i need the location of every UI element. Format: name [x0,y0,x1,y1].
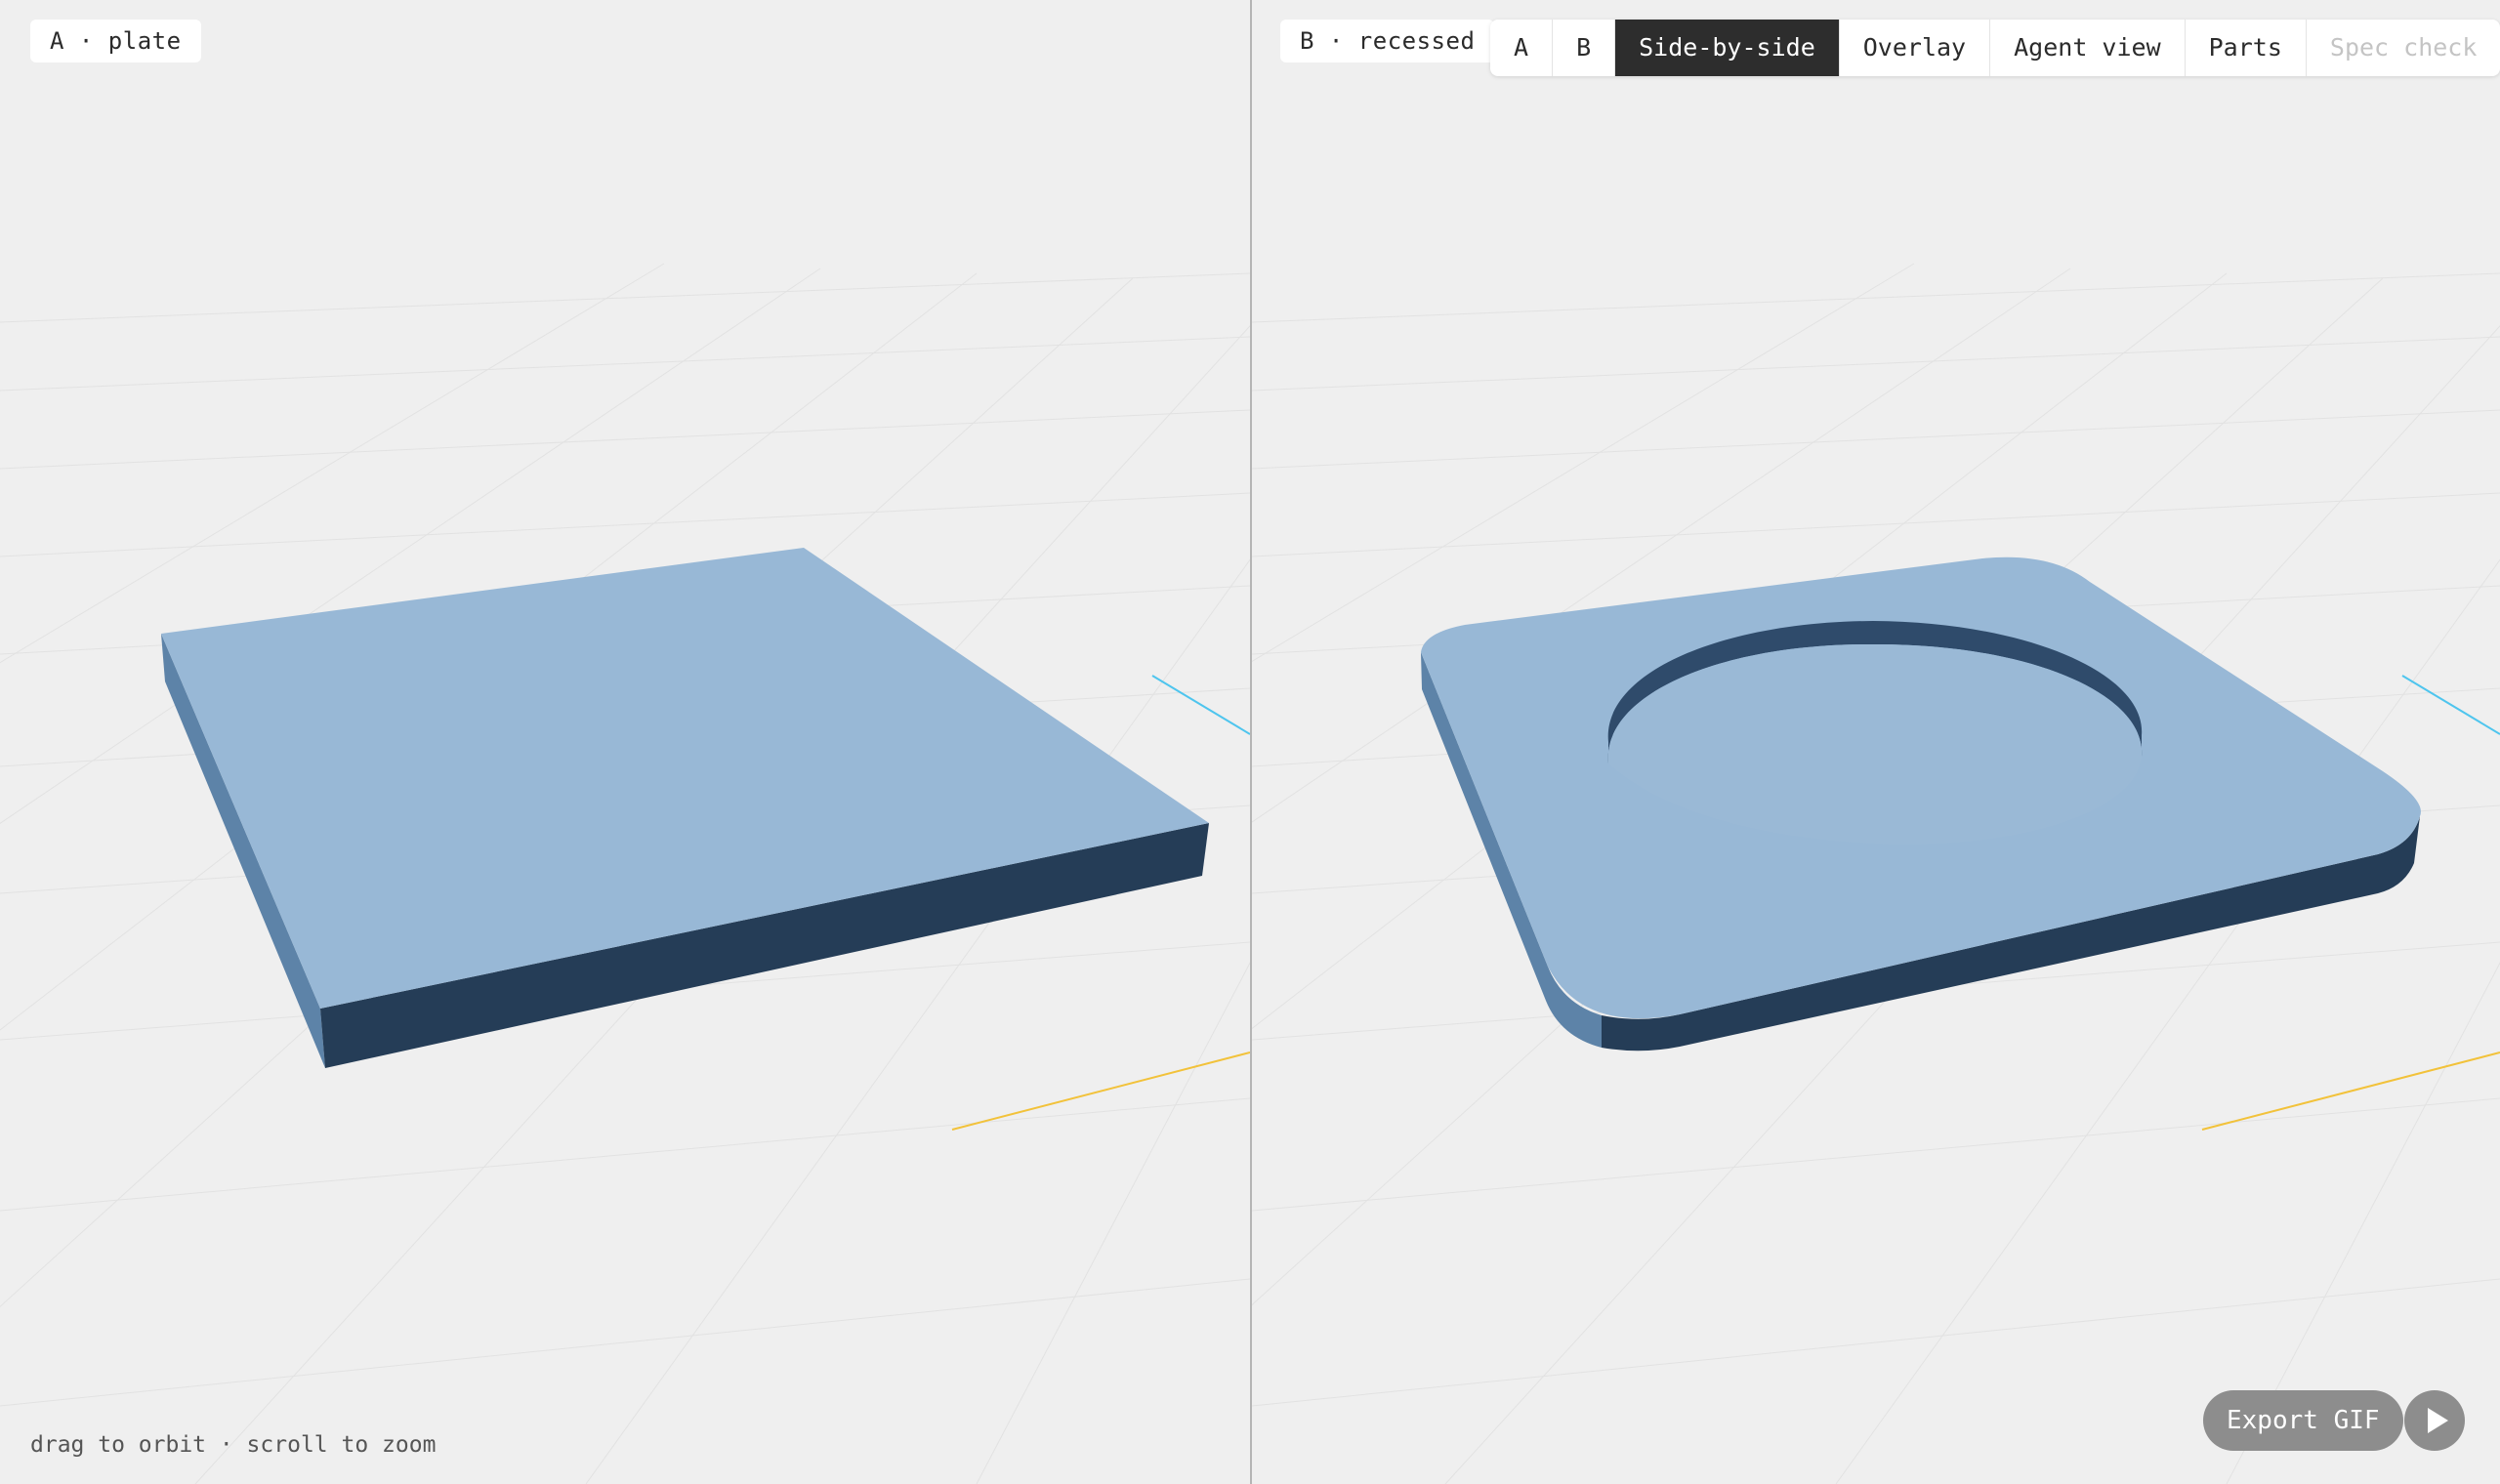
comparison-app: A · plate drag to orbit · scroll to zoom… [0,0,2500,1484]
navigation-hint: drag to orbit · scroll to zoom [30,1432,437,1458]
agent-view-button[interactable]: Agent view [1989,20,2185,76]
play-button[interactable] [2404,1390,2465,1451]
viewport-b[interactable]: B · recessed [1252,0,2500,1484]
play-icon [2428,1408,2448,1433]
scene-b[interactable] [1252,0,2500,1484]
side-by-side-button[interactable]: Side-by-side [1614,20,1839,76]
viewport-a-label: A · plate [30,20,201,62]
overlay-button[interactable]: Overlay [1838,20,1989,76]
scene-a[interactable] [0,0,1250,1484]
view-b-button[interactable]: B [1552,20,1614,76]
plate-model [161,548,1209,1068]
export-gif-button[interactable]: Export GIF [2203,1390,2403,1451]
parts-button[interactable]: Parts [2184,20,2306,76]
viewport-b-label: B · recessed [1280,20,1495,62]
view-mode-toolbar: A B Side-by-side Overlay Agent view Part… [1490,20,2500,76]
viewport-a[interactable]: A · plate drag to orbit · scroll to zoom [0,0,1250,1484]
view-a-button[interactable]: A [1490,20,1552,76]
recessed-plate-model [1421,556,2421,1051]
spec-check-button[interactable]: Spec check [2305,20,2500,76]
